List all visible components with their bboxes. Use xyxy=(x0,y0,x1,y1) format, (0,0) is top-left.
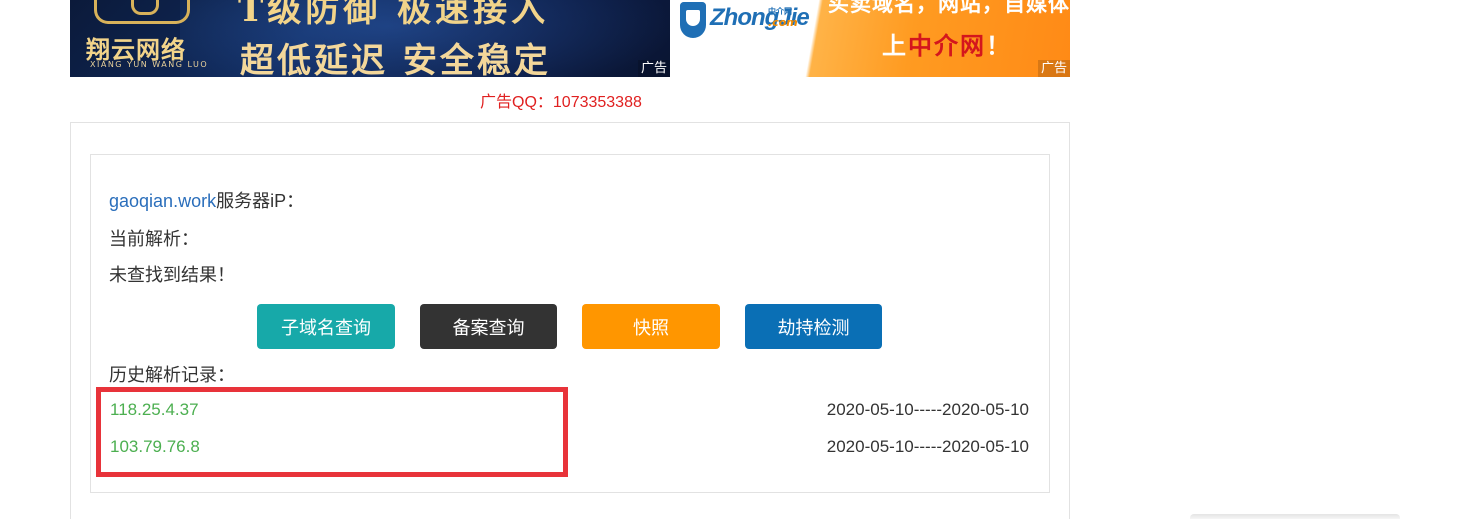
domain-name: gaoqian.work xyxy=(109,191,217,211)
ad-banner-xiangyun[interactable]: 翔云网络 XIANG YUN WANG LUO T级防御 极速接入 超低延迟 安… xyxy=(70,0,670,77)
ad-headline-main: 超低延迟 安全稳定 xyxy=(240,41,551,77)
current-resolution-label: 当前解析： xyxy=(109,229,199,249)
server-ip-label: 服务器iP： xyxy=(216,191,305,211)
ad-label: 广告 xyxy=(637,60,670,77)
ad-slogan-main: 上中介网！ xyxy=(882,26,1012,61)
ad-slogan-suffix: ！ xyxy=(986,32,1012,60)
server-ip-heading: gaoqian.work服务器iP： xyxy=(109,187,304,213)
history-records-label: 历史解析记录： xyxy=(109,365,235,385)
zhongjie-logo-com: .com xyxy=(768,16,798,29)
icp-query-button[interactable]: 备案查询 xyxy=(420,304,557,349)
ad-slogan-highlight: 中介网 xyxy=(908,32,986,60)
ad-slogan-top: 买卖域名，网站，自媒体 xyxy=(828,0,1070,16)
ad-slogan-prefix: 上 xyxy=(882,32,908,60)
ad-banner-zhongjie[interactable]: ZhongJie 中介网 .com 买卖域名，网站，自媒体 上中介网！ 广告 xyxy=(670,0,1070,77)
no-result-message: 未查找到结果！ xyxy=(109,265,235,285)
ad-brand-subtitle: XIANG YUN WANG LUO xyxy=(90,60,209,69)
xiangyun-logo-icon xyxy=(94,0,190,24)
history-record-date-range: 2020-05-10-----2020-05-10 xyxy=(826,400,1029,419)
highlight-annotation-box xyxy=(96,387,568,477)
shield-icon xyxy=(680,2,706,38)
floating-widget-edge xyxy=(1190,514,1400,519)
history-record-date-range: 2020-05-10-----2020-05-10 xyxy=(826,437,1029,456)
subdomain-query-button[interactable]: 子域名查询 xyxy=(257,304,395,349)
ad-headline-top: T级防御 极速接入 xyxy=(238,0,550,30)
page: 翔云网络 XIANG YUN WANG LUO T级防御 极速接入 超低延迟 安… xyxy=(0,0,1479,519)
ad-contact-qq: 广告QQ：1073353388 xyxy=(480,94,642,111)
snapshot-button[interactable]: 快照 xyxy=(582,304,720,349)
ad-label: 广告 xyxy=(1037,60,1070,77)
hijack-check-button[interactable]: 劫持检测 xyxy=(745,304,882,349)
